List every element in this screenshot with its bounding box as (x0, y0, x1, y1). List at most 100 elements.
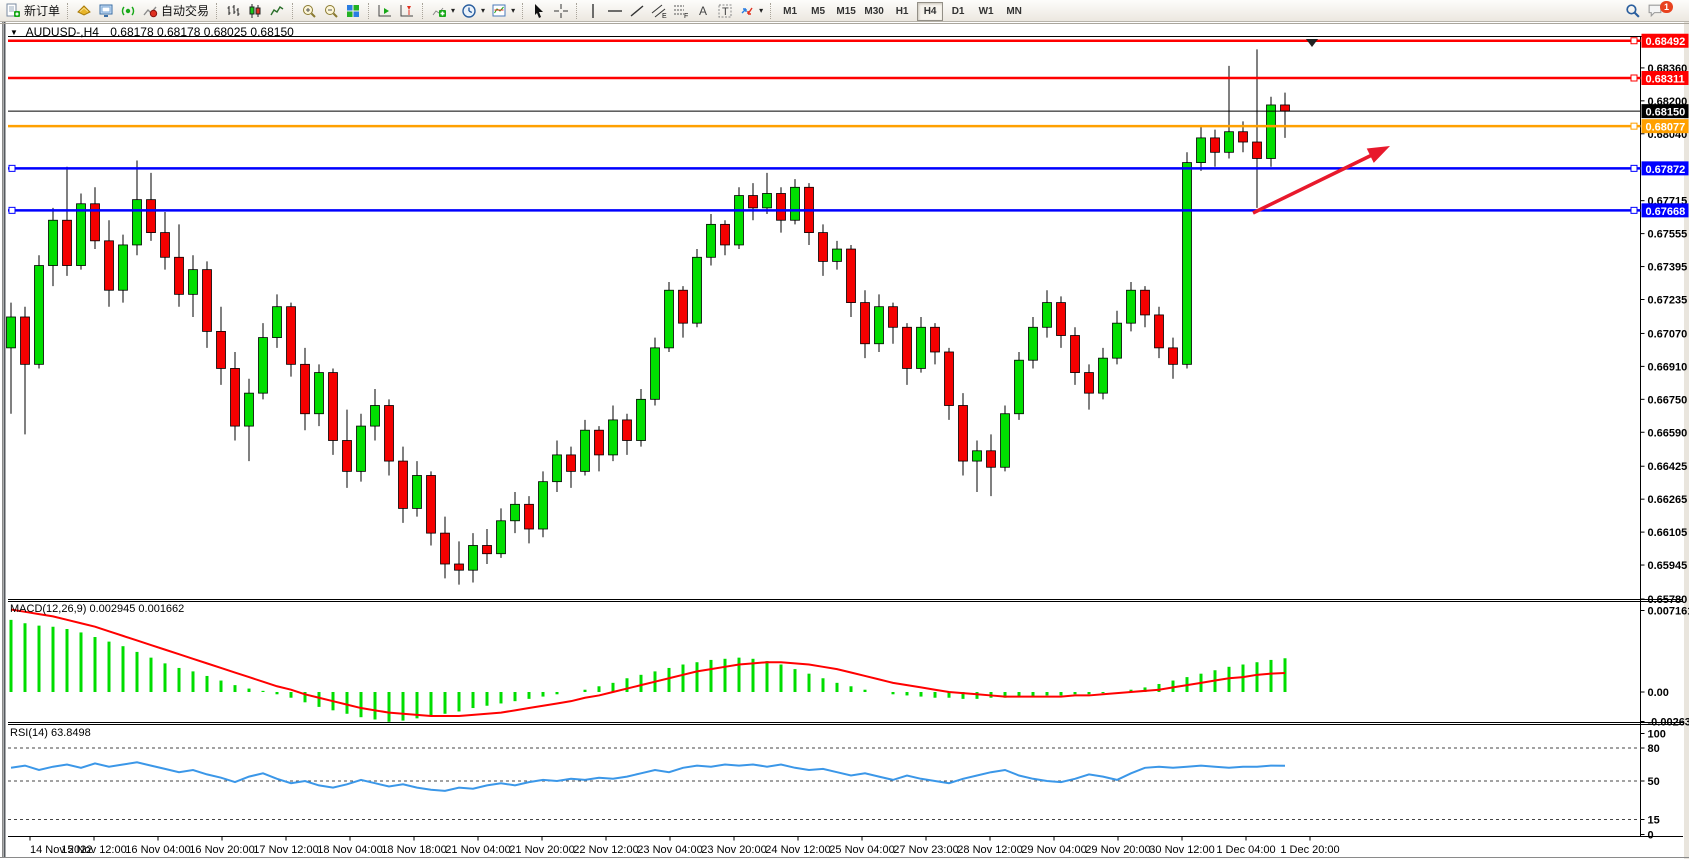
trendline-button[interactable] (626, 1, 648, 21)
svg-text:0.67872: 0.67872 (1646, 164, 1686, 176)
crosshair-button[interactable] (550, 1, 572, 21)
template-icon (491, 3, 507, 19)
chart-menu-icon[interactable]: ▼ (10, 28, 18, 37)
svg-text:17 Nov 12:00: 17 Nov 12:00 (253, 844, 318, 856)
equidistant-channel-button[interactable]: E (648, 1, 670, 21)
svg-text:50: 50 (1648, 776, 1660, 788)
svg-text:0.66750: 0.66750 (1648, 394, 1688, 406)
auto-scroll-icon (377, 3, 393, 19)
svg-text:0.68077: 0.68077 (1646, 122, 1686, 134)
svg-text:E: E (662, 13, 667, 19)
svg-text:28 Nov 12:00: 28 Nov 12:00 (957, 844, 1022, 856)
candlestick-chart-button[interactable] (244, 1, 266, 21)
indicators-button[interactable]: ▾ (428, 1, 458, 21)
svg-text:0.00: 0.00 (1648, 687, 1669, 699)
auto-scroll-button[interactable] (374, 1, 396, 21)
svg-text:15 Nov 12:00: 15 Nov 12:00 (61, 844, 126, 856)
text-button[interactable]: A (692, 1, 714, 21)
new-order-icon (5, 3, 21, 19)
svg-text:23 Nov 04:00: 23 Nov 04:00 (637, 844, 702, 856)
svg-text:0.66590: 0.66590 (1648, 427, 1688, 439)
notifications-button[interactable]: 1 (1644, 1, 1683, 21)
svg-text:0.007161: 0.007161 (1648, 606, 1689, 618)
chart-ohlc-values: 0.68178 0.68178 0.68025 0.68150 (110, 25, 294, 39)
horizontal-line-button[interactable] (604, 1, 626, 21)
macd-indicator-label: MACD(12,26,9) 0.002945 0.001662 (10, 603, 184, 615)
svg-text:0.67555: 0.67555 (1648, 229, 1688, 241)
svg-text:23 Nov 20:00: 23 Nov 20:00 (701, 844, 766, 856)
zoom-out-button[interactable] (320, 1, 342, 21)
tf-H4[interactable]: H4 (917, 2, 943, 21)
tile-windows-button[interactable] (342, 1, 364, 21)
svg-text:16 Nov 20:00: 16 Nov 20:00 (189, 844, 254, 856)
svg-text:21 Nov 20:00: 21 Nov 20:00 (509, 844, 574, 856)
auto-trading-icon (142, 3, 158, 19)
dropdown-caret-icon: ▾ (759, 6, 763, 15)
toolbar-separator (422, 3, 424, 19)
vertical-line-button[interactable] (582, 1, 604, 21)
tf-H1[interactable]: H1 (889, 2, 915, 21)
search-icon (1624, 2, 1641, 19)
chart-title-bar: ▼ AUDUSD-,H4 0.68178 0.68178 0.68025 0.6… (10, 25, 294, 39)
rsi-indicator-label: RSI(14) 63.8498 (10, 727, 91, 739)
svg-text:0.68311: 0.68311 (1646, 73, 1685, 85)
tile-windows-icon (345, 3, 361, 19)
new-order-button[interactable]: 新订单 (2, 1, 63, 21)
svg-text:0.68150: 0.68150 (1646, 107, 1686, 119)
auto-trading-button[interactable]: 自动交易 (139, 1, 212, 21)
dropdown-caret-icon: ▾ (451, 6, 455, 15)
svg-text:15: 15 (1648, 815, 1660, 827)
svg-text:25 Nov 04:00: 25 Nov 04:00 (829, 844, 894, 856)
tf-MN[interactable]: MN (1001, 2, 1027, 21)
toolbar-separator (368, 3, 370, 19)
svg-text:22 Nov 12:00: 22 Nov 12:00 (573, 844, 638, 856)
tf-M1[interactable]: M1 (777, 2, 803, 21)
toolbar-separator (216, 3, 218, 19)
svg-text:29 Nov 04:00: 29 Nov 04:00 (1021, 844, 1086, 856)
tf-M15[interactable]: M15 (833, 2, 859, 21)
channel-icon: E (651, 3, 667, 19)
svg-text:0.65780: 0.65780 (1648, 594, 1688, 606)
add-indicator-icon (431, 3, 447, 19)
chart-canvas: 0.683600.682000.680400.677150.675550.673… (0, 0, 1689, 859)
tf-M5[interactable]: M5 (805, 2, 831, 21)
new-order-label: 新订单 (24, 2, 60, 19)
dropdown-caret-icon: ▾ (511, 6, 515, 15)
arrows-button[interactable]: ▾ (736, 1, 766, 21)
text-label-icon: T (717, 3, 733, 19)
tf-M30[interactable]: M30 (861, 2, 887, 21)
mt4-window: 新订单 自动交易 ▾ ▾ ▾ E F A T ▾ (0, 0, 1689, 859)
chart-shift-button[interactable] (396, 1, 418, 21)
svg-text:30 Nov 12:00: 30 Nov 12:00 (1149, 844, 1214, 856)
periods-button[interactable]: ▾ (458, 1, 488, 21)
svg-text:18 Nov 18:00: 18 Nov 18:00 (381, 844, 446, 856)
svg-text:100: 100 (1648, 729, 1666, 741)
vertical-line-icon (585, 3, 601, 19)
auto-trading-label: 自动交易 (161, 2, 209, 19)
toolbar-right-group: 1 (1621, 1, 1689, 21)
tf-W1[interactable]: W1 (973, 2, 999, 21)
search-button[interactable] (1621, 1, 1644, 21)
signals-button[interactable] (117, 1, 139, 21)
text-label-button[interactable]: T (714, 1, 736, 21)
timeframe-group: M1M5M15M30H1H4D1W1MN (776, 1, 1028, 21)
fibonacci-button[interactable]: F (670, 1, 692, 21)
clock-icon (461, 3, 477, 19)
bar-chart-icon (225, 3, 241, 19)
bar-chart-button[interactable] (222, 1, 244, 21)
svg-text:0.68492: 0.68492 (1646, 36, 1686, 48)
tf-D1[interactable]: D1 (945, 2, 971, 21)
trendline-icon (629, 3, 645, 19)
line-chart-button[interactable] (266, 1, 288, 21)
crosshair-icon (553, 3, 569, 19)
quotes-button[interactable] (73, 1, 95, 21)
zoom-in-button[interactable] (298, 1, 320, 21)
toolbar-separator (770, 3, 772, 19)
zoom-in-icon (301, 3, 317, 19)
templates-button[interactable]: ▾ (488, 1, 518, 21)
cursor-button[interactable] (528, 1, 550, 21)
chart-symbol-title: AUDUSD-,H4 (26, 25, 99, 39)
svg-text:18 Nov 04:00: 18 Nov 04:00 (317, 844, 382, 856)
market-watch-button[interactable] (95, 1, 117, 21)
svg-text:0.66425: 0.66425 (1648, 461, 1688, 473)
